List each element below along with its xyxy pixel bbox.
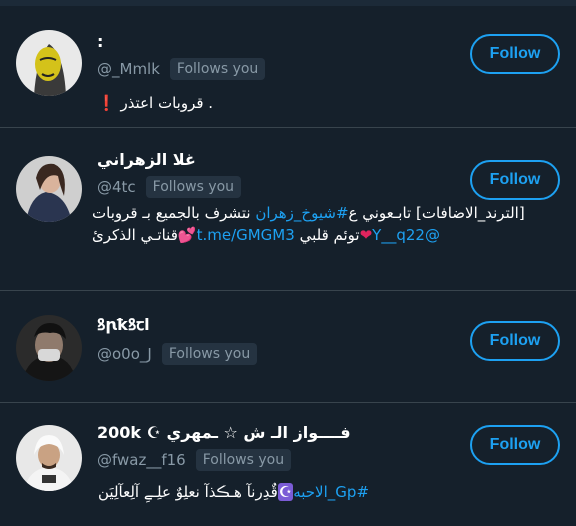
- heart-icon: ❤: [359, 226, 373, 244]
- url-link[interactable]: t.me/GMGM3: [197, 226, 295, 244]
- avatar[interactable]: [16, 425, 82, 491]
- bio: [الترند_الاضافات] تابـعوني ع#شيوخ_زهران …: [92, 202, 550, 246]
- username[interactable]: @fwaz__f16: [97, 451, 186, 469]
- hashtag-link[interactable]: #Gp_الاحبه: [293, 483, 369, 501]
- user-row[interactable]: غلا الزهراني @4tc Follows you Follow [ال…: [0, 128, 576, 291]
- avatar[interactable]: [16, 30, 82, 96]
- mention-link[interactable]: @Y__q22: [372, 226, 440, 244]
- follows-you-badge: Follows you: [161, 343, 258, 365]
- bio-line: [الترند_الاضافات] تابـعوني ع#شيوخ_زهران …: [92, 202, 550, 224]
- heart-icon: 💕: [177, 226, 197, 244]
- avatar[interactable]: [16, 315, 82, 381]
- follows-you-badge: Follows you: [195, 449, 292, 471]
- bio: #Gp_الاحبه☪قٌدِرنآ هـڪذآ نعلِوٌ علِـےِ آ…: [98, 481, 398, 503]
- bio-text: نتشرف بالجميع بـ قروبات: [92, 204, 251, 222]
- handle-line: @4tc Follows you: [97, 176, 242, 198]
- follow-button[interactable]: Follow: [470, 425, 560, 465]
- follows-you-badge: Follows you: [145, 176, 242, 198]
- bio: . قروبات اعتذر ❗: [97, 94, 214, 112]
- follow-button[interactable]: Follow: [470, 321, 560, 361]
- bio-text: توئم قلبي: [299, 226, 360, 244]
- avatar-image: [16, 425, 82, 491]
- follower-list: : @_Mmlk Follows you Follow . قروبات اعت…: [0, 0, 576, 526]
- hashtag-link[interactable]: #شيوخ_زهران: [255, 204, 348, 222]
- display-name[interactable]: غلا الزهراني: [97, 150, 196, 169]
- bio-text: قناتـي الذكرئ: [92, 226, 178, 244]
- display-name[interactable]: :: [97, 32, 103, 51]
- display-name[interactable]: ꝸꞃꝁꝸꞇl: [97, 313, 150, 335]
- handle-line: @fwaz__f16 Follows you: [97, 449, 292, 471]
- follow-button[interactable]: Follow: [470, 34, 560, 74]
- username[interactable]: @_Mmlk: [97, 60, 160, 78]
- avatar-image: [16, 30, 82, 96]
- user-row[interactable]: : @_Mmlk Follows you Follow . قروبات اعت…: [0, 6, 576, 128]
- avatar-image: [16, 156, 82, 222]
- bio-text: [الترند_الاضافات] تابـعوني ع: [348, 204, 525, 222]
- handle-line: @_Mmlk Follows you: [97, 58, 266, 80]
- user-row[interactable]: ꝸꞃꝁꝸꞇl @o0o_J Follows you Follow: [0, 291, 576, 403]
- follow-button[interactable]: Follow: [470, 160, 560, 200]
- avatar[interactable]: [16, 156, 82, 222]
- username[interactable]: @o0o_J: [97, 345, 152, 363]
- handle-line: @o0o_J Follows you: [97, 343, 258, 365]
- follows-you-badge: Follows you: [169, 58, 266, 80]
- moon-icon: ☪: [277, 483, 294, 501]
- display-name[interactable]: 200k ☪ فــــواز الـ ش ☆ ـمهري: [97, 423, 351, 442]
- avatar-image: [16, 315, 82, 381]
- bio-text: قٌدِرنآ هـڪذآ نعلِوٌ علِـےِ آلِعآلِيَن: [98, 483, 278, 501]
- bio-line: @Y__q22❤توئم قلبي t.me/GMGM3💕قناتـي الذك…: [92, 224, 550, 246]
- username[interactable]: @4tc: [97, 178, 136, 196]
- user-row[interactable]: 200k ☪ فــــواز الـ ش ☆ ـمهري @fwaz__f16…: [0, 403, 576, 525]
